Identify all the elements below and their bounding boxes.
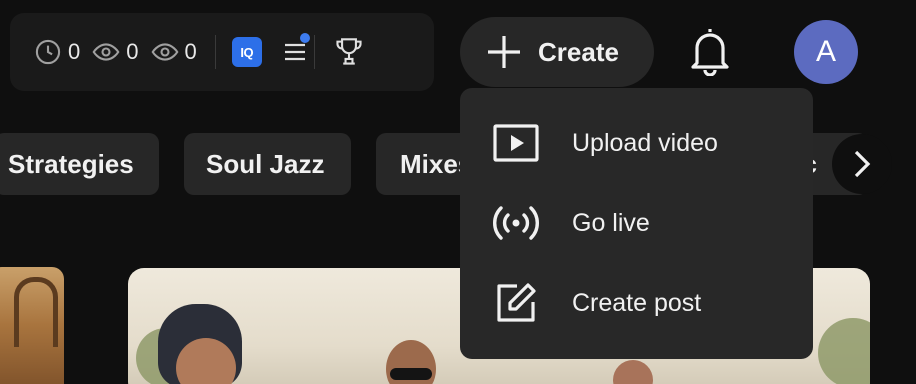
video-thumbnail[interactable] [0,267,64,384]
stat-value: 0 [126,39,139,64]
list-icon [284,43,305,61]
trophy-icon[interactable] [335,37,363,67]
notifications-button[interactable] [688,26,732,77]
stat-value: 0 [184,39,197,64]
person-face [613,360,653,384]
stat-value: 0 [68,39,81,64]
stat-views-secondary: 0 [151,38,197,66]
video-upload-icon [493,124,539,162]
create-button[interactable]: Create [460,17,654,87]
chips-next-button[interactable] [832,134,892,194]
menu-item-label: Upload video [572,128,718,157]
bell-icon [691,29,729,77]
divider [313,35,315,69]
queue-list-button[interactable] [282,33,310,65]
background-tree [818,318,870,384]
divider [214,35,216,69]
notification-dot [299,33,310,43]
sunglasses [390,368,432,380]
menu-item-label: Go live [572,208,650,237]
menu-item-upload-video[interactable]: Upload video [460,103,813,183]
thumbnail-decoration [14,277,58,347]
broadcast-icon [493,206,539,240]
stat-watch-time: 0 [34,38,80,66]
menu-item-label: Create post [572,288,702,317]
menu-item-go-live[interactable]: Go live [460,183,813,263]
extension-stats-bar: 0 0 0 IQ [10,13,434,91]
create-button-label: Create [538,36,619,67]
chip-soul-jazz[interactable]: Soul Jazz [184,133,351,195]
avatar[interactable]: A [794,20,858,84]
chevron-right-icon [854,150,871,178]
stat-views: 0 [92,38,139,66]
create-menu: Upload video Go live Create post [460,88,813,359]
edit-post-icon [497,283,536,322]
plus-icon [488,36,520,68]
eye-icon [92,43,120,61]
chip-strategies[interactable]: Strategies [0,133,159,195]
clock-icon [35,39,61,65]
iq-extension-button[interactable]: IQ [231,37,262,67]
menu-item-create-post[interactable]: Create post [460,263,813,343]
eye-icon [151,43,178,61]
